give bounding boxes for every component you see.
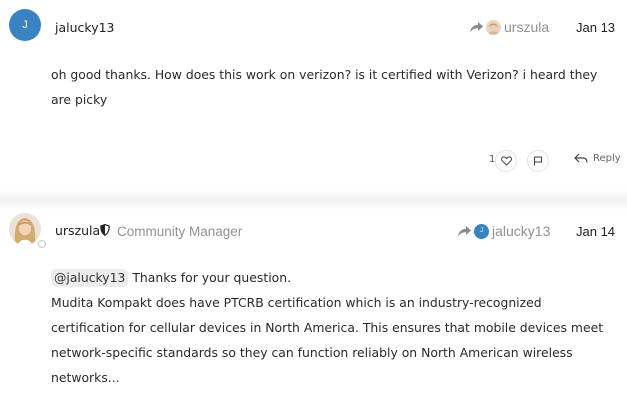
shield-icon: [100, 224, 110, 236]
reply-label: Reply: [593, 153, 621, 164]
avatar[interactable]: J: [9, 9, 41, 41]
body-line: Mudita Kompakt does have PTCRB certifica…: [51, 295, 542, 310]
post-urszula: urszula Community Manager J jalucky13 Ja…: [0, 210, 627, 403]
urszula-avatar-icon: [486, 19, 501, 35]
post-body: @jalucky13 Thanks for your question. Mud…: [51, 265, 611, 390]
post-body: oh good thanks. How does this work on ve…: [51, 62, 611, 112]
reply-button[interactable]: Reply: [574, 153, 621, 164]
body-text-inline: Thanks for your question.: [132, 270, 292, 285]
share-arrow-icon: [458, 225, 471, 236]
flag-icon: [533, 156, 543, 166]
user-mention[interactable]: @jalucky13: [51, 269, 129, 287]
avatar[interactable]: [9, 213, 41, 245]
like-button[interactable]: [495, 150, 517, 172]
post-jalucky13: J jalucky13 urszula Jan 13 oh good thank…: [0, 0, 627, 190]
jalucky13-avatar-icon: J: [474, 223, 489, 239]
body-line: network-specific standards so they can f…: [51, 345, 573, 360]
flag-button[interactable]: [527, 150, 549, 172]
reply-arrow-icon: [574, 153, 588, 163]
post-date[interactable]: Jan 14: [576, 224, 615, 239]
reply-to-username: jalucky13: [492, 223, 551, 239]
reply-to-username: urszula: [504, 19, 550, 35]
post-separator: [0, 190, 627, 210]
post-date[interactable]: Jan 13: [576, 20, 615, 35]
post-actions: 1 Reply: [0, 148, 627, 174]
heart-icon: [500, 156, 512, 166]
body-line: certification for cellular devices in No…: [51, 320, 604, 335]
body-line: are picky: [51, 92, 108, 107]
body-line: networks...: [51, 370, 120, 385]
share-arrow-icon: [470, 21, 483, 32]
online-status-icon: [38, 240, 46, 248]
author-role: Community Manager: [117, 224, 243, 239]
reply-to-link[interactable]: J jalucky13: [458, 223, 550, 239]
reply-to-link[interactable]: urszula: [470, 19, 549, 35]
author-username[interactable]: urszula: [55, 223, 100, 238]
body-line: @jalucky13 Thanks for your question.: [51, 265, 611, 290]
author-username[interactable]: jalucky13: [55, 20, 115, 35]
body-line: oh good thanks. How does this work on ve…: [51, 67, 598, 82]
